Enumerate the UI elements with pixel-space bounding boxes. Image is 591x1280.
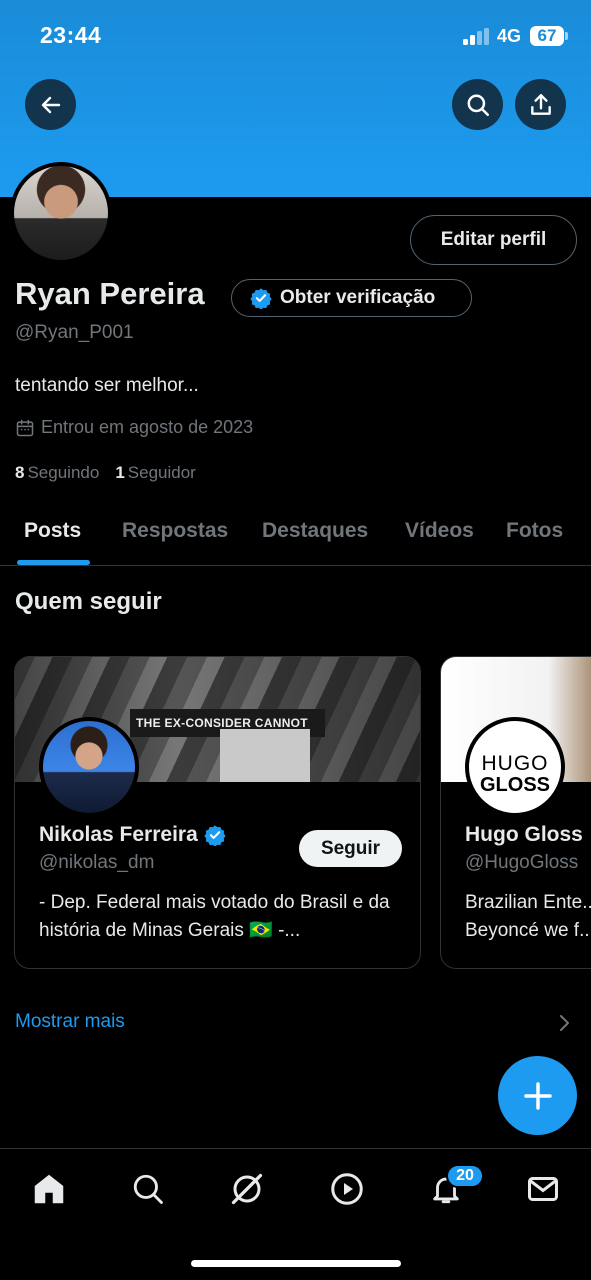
suggestion-description: - Dep. Federal mais votado do Brasil e d… bbox=[39, 892, 390, 941]
video-icon bbox=[331, 1173, 363, 1205]
get-verified-button[interactable]: Obter verificação bbox=[231, 279, 472, 317]
tab-replies[interactable]: Respostas bbox=[122, 519, 228, 543]
followers-label: Seguidor bbox=[127, 463, 196, 482]
chevron-right-icon bbox=[560, 1015, 569, 1031]
mail-icon bbox=[528, 1177, 558, 1201]
profile-tabs: Posts Respostas Destaques Vídeos Fotos bbox=[0, 505, 591, 566]
verified-badge-icon bbox=[204, 825, 226, 846]
hugo-logo-top: HUGO bbox=[481, 752, 549, 775]
suggestion-name: Nikolas Ferreira bbox=[39, 823, 226, 847]
banner-photo bbox=[220, 729, 310, 782]
hugo-logo-bottom: GLOSS bbox=[479, 774, 550, 796]
suggestion-name-text: Hugo Gloss bbox=[465, 823, 583, 846]
network-type: 4G bbox=[497, 26, 522, 46]
status-bar: 23:44 4G 67 bbox=[0, 0, 591, 72]
edit-profile-button[interactable]: Editar perfil bbox=[410, 215, 577, 265]
profile-name: Ryan Pereira bbox=[15, 276, 205, 311]
plus-icon bbox=[523, 1081, 552, 1110]
tab-posts[interactable]: Posts bbox=[24, 519, 81, 543]
profile-avatar[interactable] bbox=[10, 162, 112, 264]
follow-stats: 8 Seguindo 1 Seguidor bbox=[15, 463, 196, 483]
following-label: Seguindo bbox=[27, 463, 100, 482]
arrow-left-icon bbox=[41, 96, 60, 113]
share-icon bbox=[530, 93, 551, 115]
suggestion-handle: @HugoGloss bbox=[465, 852, 579, 873]
suggestion-card[interactable]: HUGO GLOSS Hugo Gloss @HugoGloss Brazili… bbox=[440, 656, 591, 969]
home-icon bbox=[34, 1174, 64, 1204]
suggestion-avatar[interactable]: HUGO GLOSS bbox=[465, 717, 565, 817]
signal-icon bbox=[463, 28, 491, 45]
verified-badge-icon bbox=[250, 288, 272, 309]
nav-grok[interactable] bbox=[227, 1169, 267, 1209]
suggestion-handle: @nikolas_dm bbox=[39, 852, 155, 873]
nav-messages[interactable] bbox=[523, 1169, 563, 1209]
bottom-navigation: 20 bbox=[0, 1148, 591, 1280]
profile-handle: @Ryan_P001 bbox=[15, 322, 134, 343]
notifications-badge: 20 bbox=[446, 1164, 484, 1188]
avatar-photo bbox=[14, 166, 108, 260]
home-indicator[interactable] bbox=[191, 1260, 401, 1267]
share-button[interactable] bbox=[515, 79, 566, 130]
active-tab-indicator bbox=[17, 560, 90, 565]
profile-bio: tentando ser melhor... bbox=[15, 375, 199, 396]
nav-video[interactable] bbox=[327, 1169, 367, 1209]
who-to-follow-title: Quem seguir bbox=[15, 588, 162, 615]
joined-label: Entrou em agosto de 2023 bbox=[41, 417, 254, 437]
calendar-icon bbox=[16, 419, 34, 436]
joined-date: Entrou em agosto de 2023 bbox=[15, 417, 253, 438]
nav-search[interactable] bbox=[128, 1169, 168, 1209]
suggestion-avatar[interactable] bbox=[39, 717, 139, 817]
show-more-link[interactable]: Mostrar mais bbox=[15, 1011, 125, 1033]
search-icon bbox=[467, 94, 489, 116]
battery-icon: 67 bbox=[530, 26, 564, 46]
followers-count: 1 bbox=[115, 463, 125, 482]
suggestion-description: Brazilian Ente... Beyoncé we f... bbox=[465, 892, 591, 941]
battery-tip bbox=[565, 32, 568, 40]
suggestion-name: Hugo Gloss bbox=[465, 823, 583, 847]
search-button[interactable] bbox=[452, 79, 503, 130]
suggestion-card[interactable]: THE EX-CONSIDER CANNOT Nikolas Ferreira … bbox=[14, 656, 421, 969]
suggestion-name-text: Nikolas Ferreira bbox=[39, 823, 198, 846]
followers-link[interactable]: 1 Seguidor bbox=[115, 463, 196, 483]
follow-button[interactable]: Seguir bbox=[299, 830, 402, 867]
compose-post-button[interactable] bbox=[498, 1056, 577, 1135]
back-button[interactable] bbox=[25, 79, 76, 130]
nav-home[interactable] bbox=[29, 1169, 69, 1209]
status-time: 23:44 bbox=[40, 22, 102, 48]
following-link[interactable]: 8 Seguindo bbox=[15, 463, 99, 483]
tab-photos[interactable]: Fotos bbox=[506, 519, 563, 543]
get-verified-label: Obter verificação bbox=[280, 287, 436, 308]
following-count: 8 bbox=[15, 463, 25, 482]
tab-videos[interactable]: Vídeos bbox=[405, 519, 474, 543]
grok-icon bbox=[231, 1173, 263, 1205]
tab-highlights[interactable]: Destaques bbox=[262, 519, 368, 543]
search-icon bbox=[133, 1174, 163, 1204]
